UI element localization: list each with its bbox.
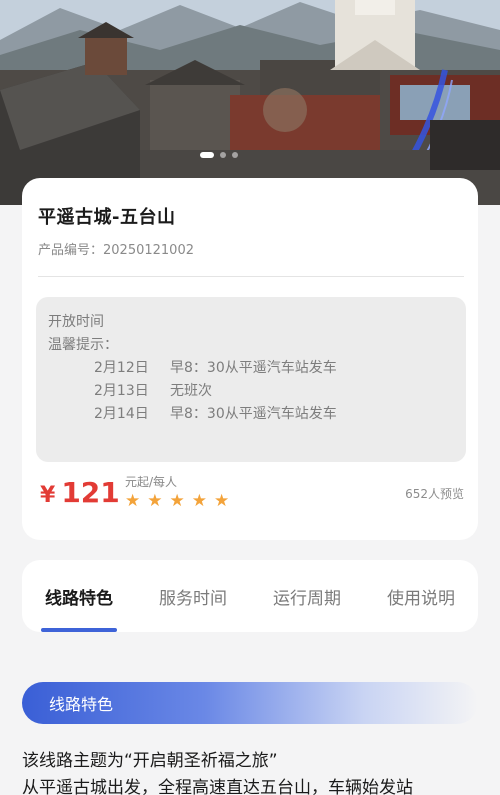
star-icon: ★ — [214, 491, 230, 511]
tab-operation-cycle[interactable]: 运行周期 — [250, 560, 364, 632]
schedule-info: 早8：30从平遥汽车站发车 — [170, 406, 337, 422]
schedule-date: 2月14日 — [94, 406, 149, 422]
hero-image — [0, 0, 500, 205]
tab-service-time[interactable]: 服务时间 — [136, 560, 250, 632]
currency-symbol: ¥ — [40, 483, 56, 508]
star-icon: ★ — [169, 491, 185, 511]
open-time-label: 开放时间 — [48, 314, 104, 330]
route-description: 该线路主题为“开启朝圣祈福之旅” 从平遥古城出发，全程高速直达五台山，车辆始发站 — [22, 748, 482, 795]
tab-label: 线路特色 — [45, 588, 113, 609]
rating-stars: ★ ★ ★ ★ ★ — [125, 491, 229, 511]
tab-bar: 线路特色 服务时间 运行周期 使用说明 — [22, 560, 478, 632]
notice-box: 开放时间 温馨提示： 2月12日 早8：30从平遥汽车站发车 2月13日 无班次… — [36, 297, 466, 462]
star-icon: ★ — [191, 491, 207, 511]
schedule-info: 无班次 — [170, 383, 212, 399]
schedule-row: 2月12日 早8：30从平遥汽车站发车 — [94, 357, 454, 380]
description-line: 从平遥古城出发，全程高速直达五台山，车辆始发站 — [22, 778, 413, 795]
schedule-info: 早8：30从平遥汽车站发车 — [170, 360, 337, 376]
booked-count: 652人预览 — [405, 487, 464, 501]
tab-label: 服务时间 — [159, 588, 227, 609]
schedule-list: 2月12日 早8：30从平遥汽车站发车 2月13日 无班次 2月14日 早8：3… — [48, 357, 454, 426]
carousel-dot[interactable] — [220, 152, 226, 158]
tab-label: 运行周期 — [273, 588, 341, 609]
tab-route-features[interactable]: 线路特色 — [22, 560, 136, 632]
active-tab-indicator — [41, 628, 117, 632]
carousel-indicator[interactable] — [200, 152, 238, 158]
divider — [38, 276, 464, 277]
carousel-dot[interactable] — [232, 152, 238, 158]
section-header: 线路特色 — [22, 682, 478, 724]
schedule-date: 2月13日 — [94, 383, 149, 399]
price-unit: 元起/每人 — [125, 475, 178, 489]
star-icon: ★ — [147, 491, 163, 511]
price: ¥ 121 — [40, 476, 120, 509]
tab-instructions[interactable]: 使用说明 — [364, 560, 478, 632]
price-amount: 121 — [61, 476, 120, 509]
tab-label: 使用说明 — [387, 588, 455, 609]
product-card: 平遥古城-五台山 产品编号：20250121002 开放时间 温馨提示： 2月1… — [22, 178, 478, 540]
carousel-dot[interactable] — [200, 152, 214, 158]
description-line: 该线路主题为“开启朝圣祈福之旅” — [22, 751, 278, 771]
temple-scenery-image — [0, 0, 500, 205]
section-title: 线路特色 — [49, 695, 114, 714]
schedule-row: 2月13日 无班次 — [94, 380, 454, 403]
product-title: 平遥古城-五台山 — [38, 207, 176, 228]
product-number: 产品编号：20250121002 — [38, 243, 194, 258]
schedule-row: 2月14日 早8：30从平遥汽车站发车 — [94, 403, 454, 426]
star-icon: ★ — [125, 491, 141, 511]
schedule-date: 2月12日 — [94, 360, 149, 376]
tip-label: 温馨提示： — [48, 337, 118, 353]
